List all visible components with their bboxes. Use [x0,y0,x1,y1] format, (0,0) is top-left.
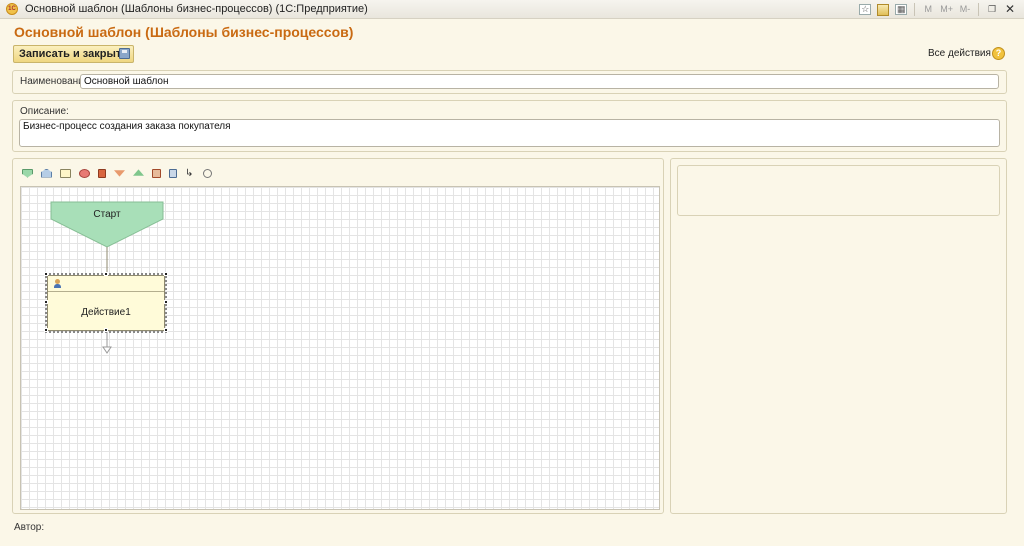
description-field[interactable]: Бизнес-процесс создания заказа покупател… [19,119,1000,147]
resize-handle[interactable] [164,272,168,276]
resize-handle[interactable] [44,328,48,332]
restore-window-icon[interactable]: ❐ [986,3,998,16]
properties-inner-box [677,165,1000,216]
resize-handle[interactable] [104,272,108,276]
processing-icon[interactable] [169,168,177,178]
resize-handle[interactable] [44,272,48,276]
connector-icon[interactable]: ↳ [185,168,195,178]
action-icon[interactable] [60,168,71,178]
titlebar-controls: ☆ ▦ M M+ M- ❐ ✕ [856,0,1024,19]
split-icon[interactable] [98,168,106,178]
help-icon[interactable]: ? [992,47,1005,60]
page-title: Основной шаблон (Шаблоны бизнес-процессо… [14,24,354,40]
diagram-toolbar: ↳ [22,167,220,179]
resize-handle[interactable] [104,328,108,332]
start-node-label: Старт [93,209,121,220]
diagram-canvas[interactable]: Старт Действие1 [20,186,660,510]
name-field[interactable]: Основной шаблон [80,74,999,89]
calendar-icon[interactable]: ▦ [895,4,908,15]
condition-icon[interactable] [79,168,90,178]
memory-m-button[interactable]: M [922,3,934,16]
nested-process-icon[interactable] [152,168,161,178]
description-label: Описание: [20,106,69,117]
window-title: Основной шаблон (Шаблоны бизнес-процессо… [25,3,368,15]
start-node[interactable] [21,187,660,510]
star-icon[interactable]: ☆ [859,4,872,15]
resize-handle[interactable] [44,300,48,304]
close-icon[interactable]: ✕ [1004,3,1016,16]
memory-plus-button[interactable]: M+ [940,3,953,16]
author-label: Автор: [14,522,45,533]
memory-minus-button[interactable]: M- [959,3,971,16]
user-icon [54,279,61,288]
action-node-label: Действие1 [81,307,131,318]
all-actions-menu[interactable]: Все действия ▾ [928,48,999,59]
decoration-icon[interactable] [203,168,212,178]
1c-logo-icon[interactable]: 1С [6,3,18,15]
window-titlebar: 1С Основной шаблон (Шаблоны бизнес-проце… [0,0,1024,19]
save-and-close-button[interactable]: Записать и закрыть [13,45,135,63]
start-point-icon[interactable] [22,168,33,178]
calculator-icon[interactable] [877,3,890,16]
merge-icon[interactable] [133,169,144,176]
select-icon[interactable] [114,170,125,177]
save-disk-icon[interactable] [119,48,130,59]
resize-handle[interactable] [164,300,168,304]
separator [978,3,979,16]
action-node[interactable]: Действие1 [47,275,165,331]
end-point-icon[interactable] [41,168,52,178]
resize-handle[interactable] [164,328,168,332]
separator [914,3,916,16]
action-node-header [48,276,164,292]
